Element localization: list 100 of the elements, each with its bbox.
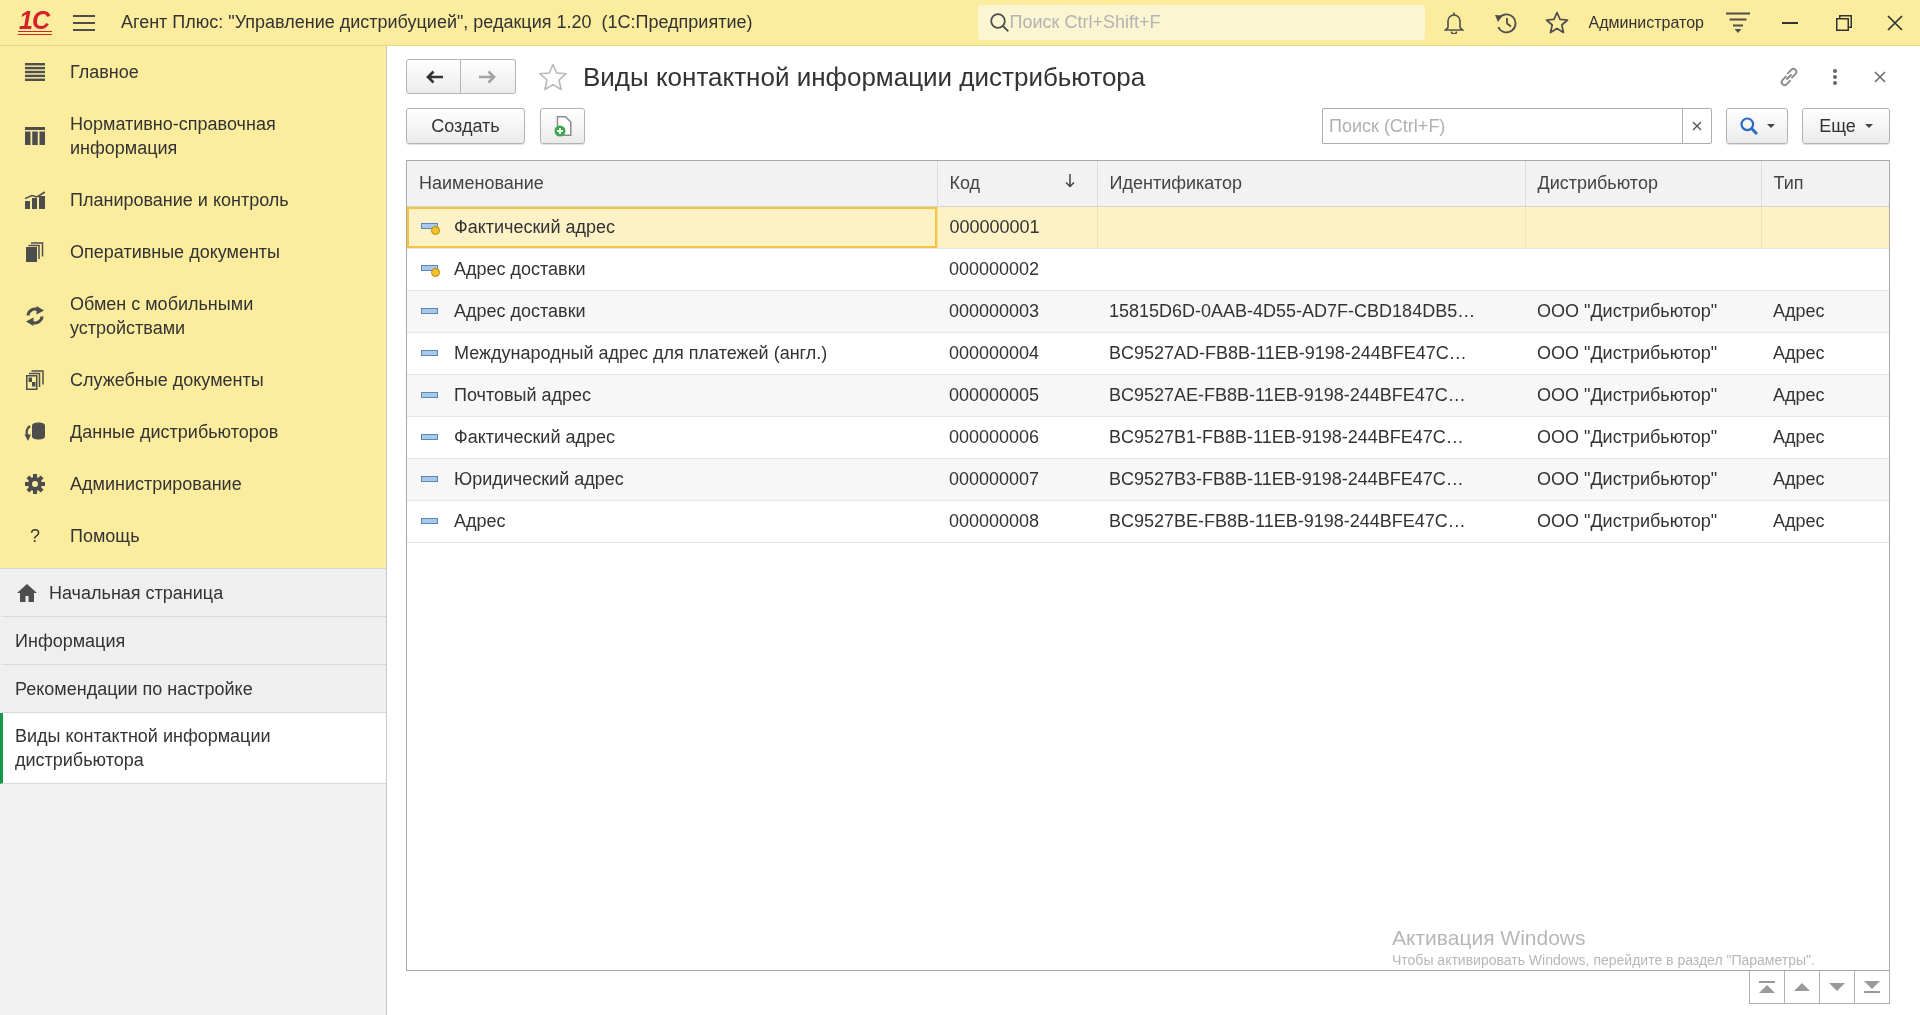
close-icon[interactable] — [1887, 14, 1903, 31]
help-glyph: ? — [30, 525, 40, 548]
name-cell[interactable]: Адрес — [407, 500, 937, 542]
item-name: Адрес доставки — [454, 257, 586, 281]
name-cell[interactable]: Международный адрес для платежей (англ.) — [407, 332, 937, 374]
table-cell: ООО "Дистрибьютор" — [1525, 374, 1761, 416]
section-item[interactable]: Служебные документы — [0, 354, 386, 406]
menu-dropdown-icon[interactable] — [1726, 12, 1750, 33]
table-cell: ООО "Дистрибьютор" — [1525, 500, 1761, 542]
name-cell[interactable]: Адрес доставки — [407, 290, 937, 332]
section-item[interactable]: Нормативно-справочная информация — [0, 98, 386, 174]
table-cell: 000000005 — [937, 374, 1097, 416]
chart-icon — [25, 191, 45, 209]
column-header[interactable]: Наименование — [407, 161, 937, 206]
star-icon[interactable] — [1544, 11, 1569, 34]
column-header[interactable]: Идентификатор — [1097, 161, 1525, 206]
section-item[interactable]: Обмен с мобильными устройствами — [0, 278, 386, 354]
section-item[interactable]: Планирование и контроль — [0, 174, 386, 226]
section-item[interactable]: Данные дистрибьюторов — [0, 406, 386, 458]
table-cell: 000000007 — [937, 458, 1097, 500]
clear-icon — [1692, 121, 1702, 131]
list-icon — [25, 63, 45, 81]
app-logo[interactable]: 1С — [18, 10, 52, 35]
table-cell: BC9527B1-FB8B-11EB-9198-244BFE47C… — [1097, 416, 1525, 458]
triangle-down-icon — [1829, 983, 1845, 991]
table-cell: 000000008 — [937, 500, 1097, 542]
section-item[interactable]: Оперативные документы — [0, 226, 386, 278]
user-name[interactable]: Администратор — [1588, 10, 1704, 35]
table-row[interactable]: Адрес доставки 000000003 15815D6D-0AAB-4D55-AD7F-CBD184DB5… ООО "Дистрибьютор" Адрес — [407, 290, 1889, 332]
table-cell: BC9527AE-FB8B-11EB-9198-244BFE47C… — [1097, 374, 1525, 416]
copy-create-button[interactable] — [540, 108, 585, 144]
name-cell[interactable]: Адрес доставки — [407, 248, 937, 290]
gear-icon — [25, 474, 45, 494]
close-icon[interactable] — [1874, 70, 1886, 83]
table-row[interactable]: Фактический адрес 000000001 — [407, 206, 1889, 248]
menu-icon[interactable] — [72, 14, 95, 31]
columns-icon — [25, 127, 45, 145]
table-row[interactable]: Юридический адрес 000000007 BC9527B3-FB8B-11EB-9198-244BFE47C… ООО "Дистрибьютор" Адрес — [407, 458, 1889, 500]
search-field[interactable]: Поиск (Ctrl+F) — [1322, 108, 1682, 144]
search-icon — [1739, 117, 1758, 135]
minimize-icon[interactable] — [1782, 21, 1798, 24]
table-cell: Адрес — [1761, 416, 1889, 458]
kebab-menu-icon[interactable] — [1833, 68, 1837, 85]
table-row[interactable]: Почтовый адрес 000000005 BC9527AE-FB8B-11EB-9198-244BFE47C… ООО "Дистрибьютор" Адрес — [407, 374, 1889, 416]
home-icon — [17, 583, 37, 602]
create-button[interactable]: Создать — [406, 108, 525, 144]
name-cell[interactable]: Почтовый адрес — [407, 374, 937, 416]
table-cell: Адрес — [1761, 332, 1889, 374]
search-icon — [989, 13, 1009, 32]
item-name: Адрес доставки — [454, 299, 586, 323]
table-cell: ООО "Дистрибьютор" — [1525, 458, 1761, 500]
item-name: Международный адрес для платежей (англ.) — [454, 341, 828, 365]
table-cell: Адрес — [1761, 290, 1889, 332]
column-header[interactable]: Код — [937, 161, 1097, 206]
triangle-up-bar-icon — [1759, 981, 1775, 993]
table-cell: 000000003 — [937, 290, 1097, 332]
table-row[interactable]: Международный адрес для платежей (англ.) 000000004 BC9527AD-FB8B-11EB-9198-244BFE47C… ООО "Дистрибьютор" Адрес — [407, 332, 1889, 374]
table-cell: 000000004 — [937, 332, 1097, 374]
documents-grid-icon — [26, 370, 44, 390]
section-item[interactable]: Главное — [0, 46, 386, 98]
open-window-tab[interactable]: Виды контактной информации дистрибьютора — [0, 713, 386, 784]
item-name: Адрес — [454, 509, 506, 533]
search-button[interactable] — [1726, 108, 1788, 144]
item-name: Фактический адрес — [454, 425, 615, 449]
table-cell: 15815D6D-0AAB-4D55-AD7F-CBD184DB5… — [1097, 290, 1525, 332]
table-cell: ООО "Дистрибьютор" — [1525, 416, 1761, 458]
table-cell: BC9527AD-FB8B-11EB-9198-244BFE47C… — [1097, 332, 1525, 374]
history-icon[interactable] — [1493, 11, 1518, 34]
table-row[interactable]: Адрес 000000008 BC9527BE-FB8B-11EB-9198-244BFE47C… ООО "Дистрибьютор" Адрес — [407, 500, 1889, 542]
name-cell[interactable]: Юридический адрес — [407, 458, 937, 500]
more-button[interactable]: Еще — [1802, 108, 1890, 144]
scroll-bottom-button[interactable] — [1854, 971, 1890, 1004]
scroll-top-button[interactable] — [1749, 971, 1785, 1004]
item-name: Почтовый адрес — [454, 383, 592, 407]
name-cell[interactable]: Фактический адрес — [407, 416, 937, 458]
item-name: Фактический адрес — [454, 215, 615, 239]
table-cell: 000000002 — [937, 248, 1097, 290]
table-row[interactable]: Адрес доставки 000000002 — [407, 248, 1889, 290]
table-row[interactable]: Фактический адрес 000000006 BC9527B1-FB8B-11EB-9198-244BFE47C… ООО "Дистрибьютор" Адрес — [407, 416, 1889, 458]
bell-icon[interactable] — [1443, 11, 1464, 34]
section-item[interactable]: Администрирование — [0, 458, 386, 510]
table-cell: Адрес — [1761, 500, 1889, 542]
documents-icon — [26, 242, 44, 262]
restore-icon[interactable] — [1836, 14, 1852, 31]
item-name: Юридический адрес — [454, 467, 624, 491]
star-icon[interactable] — [538, 62, 568, 91]
table-cell: Адрес — [1761, 374, 1889, 416]
section-item[interactable]: ? Помощь — [0, 510, 386, 562]
table-cell: BC9527B3-FB8B-11EB-9198-244BFE47C… — [1097, 458, 1525, 500]
table-cell: 000000006 — [937, 416, 1097, 458]
activation-text: Чтобы активировать Windows, перейдите в раздел "Параметры". — [1392, 951, 1815, 969]
name-cell[interactable]: Фактический адрес — [407, 206, 937, 248]
global-search-field[interactable]: Поиск Ctrl+Shift+F — [977, 5, 1425, 40]
table-cell: Адрес — [1761, 458, 1889, 500]
app-title: Агент Плюс: "Управление дистрибуцией", редакция 1.20 (1С:Предприятие) — [120, 11, 753, 34]
column-header[interactable]: Тип — [1761, 161, 1889, 206]
back-button[interactable] — [406, 59, 461, 94]
column-header[interactable]: Дистрибьютор — [1525, 161, 1761, 206]
link-icon[interactable] — [1778, 65, 1800, 88]
table-cell: BC9527BE-FB8B-11EB-9198-244BFE47C… — [1097, 500, 1525, 542]
